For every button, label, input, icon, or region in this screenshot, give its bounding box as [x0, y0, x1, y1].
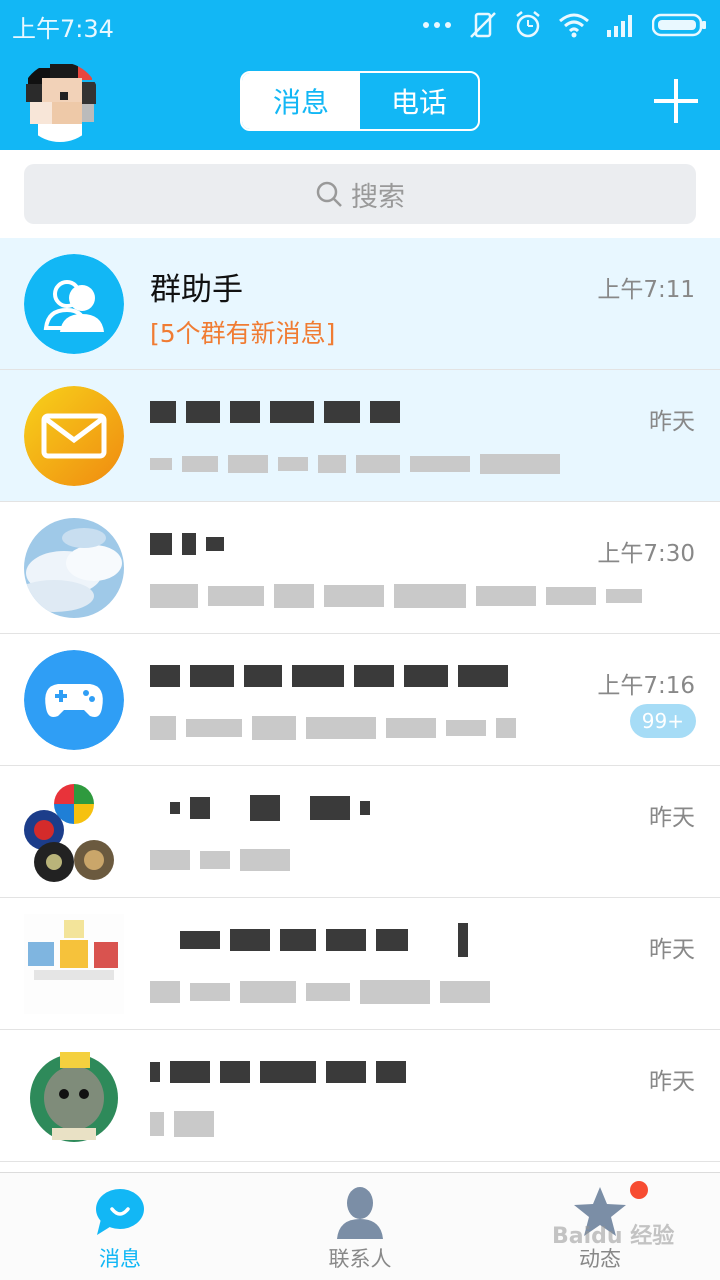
conversation-time: 昨天 — [649, 805, 695, 831]
notification-dot — [630, 1181, 648, 1199]
search-area: 搜索 — [0, 150, 720, 238]
conversation-time: 上午7:11 — [597, 277, 695, 303]
conversation-row[interactable]: 昨天 — [0, 370, 720, 502]
search-input[interactable]: 搜索 — [24, 164, 696, 224]
status-bar: 上午7:34 — [0, 0, 720, 50]
unread-badge: 99+ — [629, 704, 696, 738]
conversation-row[interactable]: 群助手 [5个群有新消息] 上午7:11 — [0, 238, 720, 370]
my-avatar[interactable] — [20, 62, 100, 142]
sticker-avatar — [24, 1046, 124, 1146]
conversation-preview-redacted — [150, 842, 290, 878]
conversation-title-redacted — [150, 1054, 406, 1090]
conversation-row[interactable]: 昨天 — [0, 1030, 720, 1162]
more-dots-icon — [423, 22, 451, 28]
conversation-time: 上午7:16 — [597, 673, 695, 699]
wifi-icon — [559, 13, 589, 38]
tab-messages-bottom[interactable]: 消息 — [40, 1173, 200, 1280]
vibrate-off-icon — [470, 12, 496, 38]
conversation-title-redacted — [150, 790, 370, 826]
summer-avatar — [24, 914, 124, 1014]
gamepad-icon — [24, 650, 124, 750]
conversation-preview-redacted — [150, 446, 560, 482]
conversation-time: 上午7:30 — [597, 541, 695, 567]
conversation-time: 昨天 — [649, 937, 695, 963]
search-placeholder: 搜索 — [351, 181, 405, 213]
tab-contacts-bottom[interactable]: 联系人 — [280, 1173, 440, 1280]
status-icons — [422, 8, 708, 42]
chat-bubble-icon — [96, 1189, 144, 1235]
signal-icon — [607, 15, 632, 37]
conversation-time: 昨天 — [649, 409, 695, 435]
watermark: Baidu 经验 — [552, 1224, 675, 1249]
plus-icon[interactable] — [654, 79, 698, 123]
contact-person-icon — [337, 1187, 383, 1239]
conversation-list: 群助手 [5个群有新消息] 上午7:11 昨天 上午7:30 上午7:16 99… — [0, 238, 720, 1162]
tab-label: 消息 — [99, 1247, 141, 1271]
conversation-title-redacted — [150, 526, 224, 562]
tab-messages[interactable]: 消息 — [242, 73, 360, 129]
title-bar: 消息 电话 — [0, 50, 720, 150]
group-helper-avatar — [24, 254, 124, 354]
group-collage-avatar — [24, 782, 124, 882]
conversation-preview: [5个群有新消息] — [150, 319, 336, 348]
status-time: 上午7:34 — [12, 15, 114, 43]
alarm-icon — [516, 11, 540, 38]
tab-calls[interactable]: 电话 — [360, 73, 478, 129]
conversation-row[interactable]: 上午7:16 99+ — [0, 634, 720, 766]
conversation-title-redacted — [150, 658, 508, 694]
conversation-title-redacted — [150, 922, 468, 958]
conversation-row[interactable]: 上午7:30 — [0, 502, 720, 634]
conversation-preview-redacted — [150, 710, 516, 746]
conversation-preview-redacted — [150, 578, 642, 614]
conversation-preview-redacted — [150, 974, 490, 1010]
conversation-row[interactable]: 昨天 — [0, 898, 720, 1030]
sky-avatar — [24, 518, 124, 618]
tab-label: 联系人 — [328, 1247, 392, 1271]
search-icon — [316, 181, 342, 207]
mail-icon — [24, 386, 124, 486]
conversation-time: 昨天 — [649, 1069, 695, 1095]
header-segmented-control: 消息 电话 — [240, 71, 480, 131]
conversation-row[interactable]: 昨天 — [0, 766, 720, 898]
conversation-title-redacted — [150, 394, 400, 430]
battery-icon — [652, 13, 706, 37]
conversation-preview-redacted — [150, 1106, 214, 1142]
conversation-title: 群助手 — [150, 272, 243, 308]
